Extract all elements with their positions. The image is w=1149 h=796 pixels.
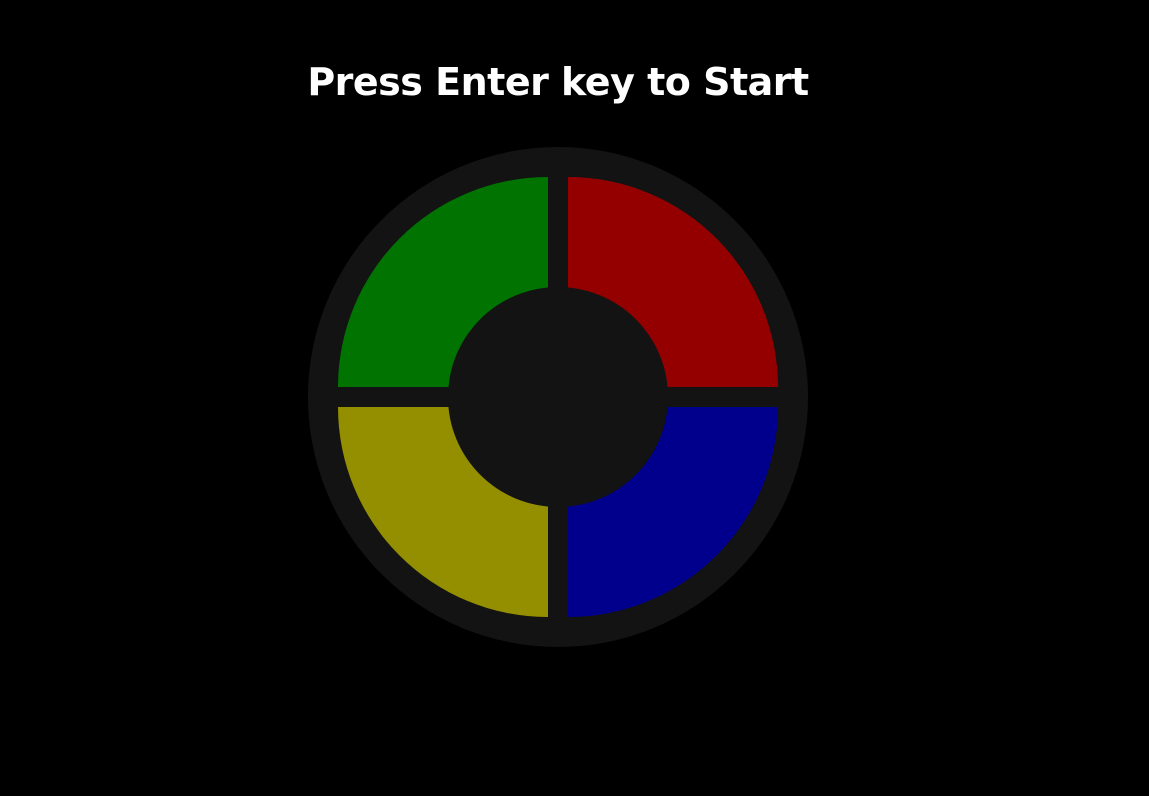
game-status-title: Press Enter key to Start [307,60,809,104]
center-hub [448,287,668,507]
simon-game-board [308,147,808,647]
